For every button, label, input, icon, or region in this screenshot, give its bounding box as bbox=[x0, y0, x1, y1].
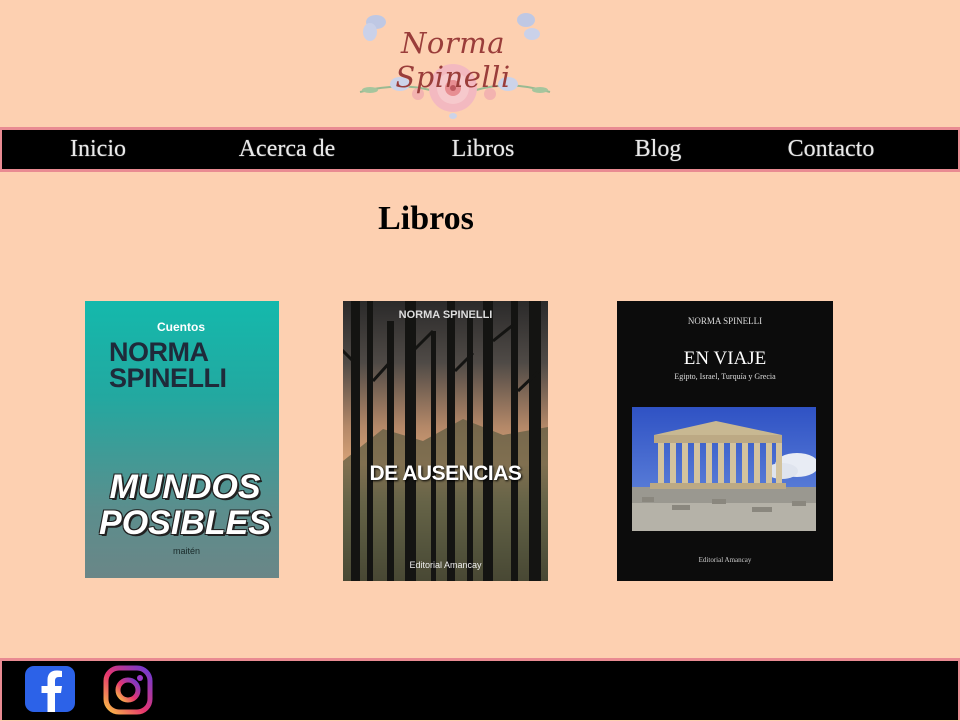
book-title: EN VIAJE bbox=[683, 348, 767, 369]
parthenon-photo bbox=[632, 407, 816, 531]
book-author: NORMA SPINELLI bbox=[687, 316, 763, 326]
footer bbox=[0, 658, 960, 720]
nav-libros[interactable]: Libros bbox=[428, 127, 538, 172]
book-title: DE AUSENCIAS bbox=[369, 462, 522, 485]
instagram-icon[interactable] bbox=[102, 664, 154, 721]
book-title: MUNDOS POSIBLES bbox=[99, 468, 271, 542]
book-subtitle: Egipto, Israel, Turquía y Grecia bbox=[674, 372, 776, 381]
book-publisher: Editorial Amancay bbox=[698, 556, 752, 564]
forest-illustration bbox=[343, 301, 548, 581]
nav-acerca-de[interactable]: Acerca de bbox=[220, 127, 354, 172]
facebook-icon[interactable] bbox=[24, 666, 76, 717]
book-cover-en-viaje[interactable]: NORMA SPINELLI EN VIAJE Egipto, Israel, … bbox=[617, 301, 833, 581]
book-cover-mundos-posibles[interactable]: Cuentos NORMA SPINELLI MUNDOS POSIBLES m… bbox=[85, 301, 279, 578]
logo-text: Norma Spinelli bbox=[395, 26, 511, 94]
book-cover-de-ausencias[interactable]: NORMA SPINELLI DE AUSENCIAS Editorial Am… bbox=[343, 301, 548, 581]
nav-contacto[interactable]: Contacto bbox=[772, 127, 890, 172]
book-publisher: Editorial Amancay bbox=[409, 560, 482, 570]
nav-blog[interactable]: Blog bbox=[616, 127, 700, 172]
site-logo[interactable]: Norma Spinelli bbox=[340, 4, 566, 120]
book-genre: Cuentos bbox=[157, 320, 205, 334]
book-author: NORMA SPINELLI bbox=[398, 309, 493, 321]
main-navigation: Inicio Acerca de Libros Blog Contacto bbox=[0, 127, 960, 172]
nav-inicio[interactable]: Inicio bbox=[56, 127, 140, 172]
page-title: Libros bbox=[378, 200, 474, 237]
book-author: NORMA SPINELLI bbox=[109, 337, 227, 393]
book-publisher: maitén bbox=[173, 546, 201, 556]
